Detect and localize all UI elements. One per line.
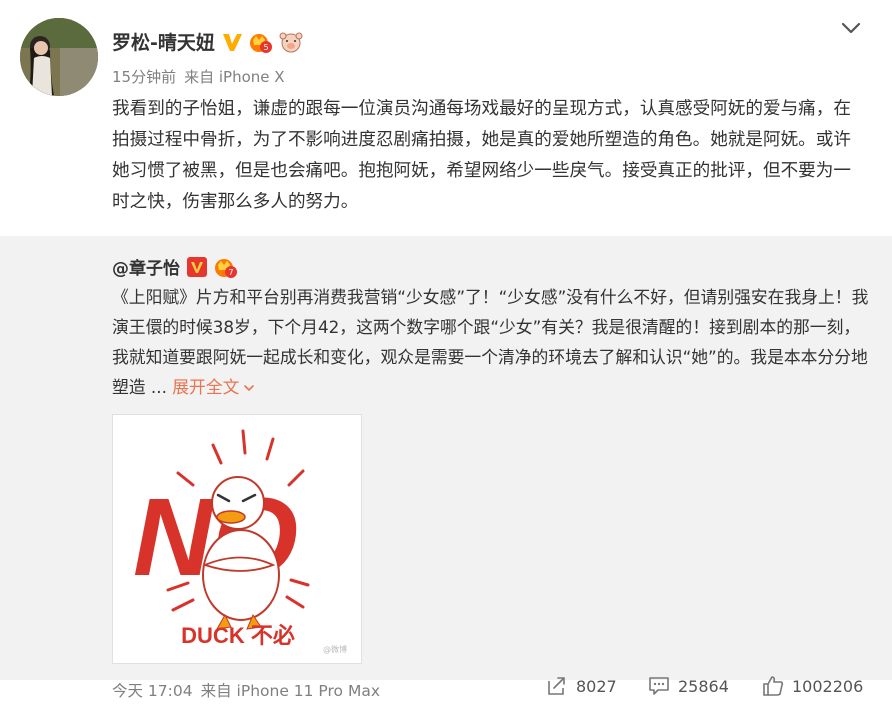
author-name[interactable]: 罗松-晴天妞	[112, 28, 215, 55]
expand-label[interactable]: 展开全文	[172, 377, 239, 397]
repost-button[interactable]: 8027	[546, 676, 617, 696]
repost-text: 《上阳赋》片方和平台别再消费我营销“少女感”了！“少女感”没有什么不好，但请别强…	[112, 282, 872, 402]
post-text: 我看到的子怡姐，谦虚的跟每一位演员沟通每场戏最好的呈现方式，认真感受阿妩的爱与痛…	[112, 99, 851, 212]
post-time[interactable]: 15分钟前	[112, 66, 176, 87]
expand-full-text-link[interactable]: 展开全文	[172, 377, 255, 397]
comment-button[interactable]: 25864	[648, 676, 729, 696]
verified-v-icon[interactable]	[186, 256, 208, 278]
like-count: 1002206	[792, 676, 864, 696]
comment-count: 25864	[678, 676, 729, 696]
repost-count: 8027	[576, 676, 617, 696]
thumbs-up-icon[interactable]	[762, 676, 784, 696]
vip-crown-icon[interactable]: 5	[249, 31, 273, 53]
avatar[interactable]	[20, 18, 98, 96]
post-author-line: 罗松-晴天妞 5	[112, 28, 303, 55]
repost-footer: 今天 17:04 来自 iPhone 11 Pro Max 8027 25864…	[0, 672, 892, 708]
vip-crown-icon[interactable]: 7	[214, 256, 238, 278]
svg-text:7: 7	[228, 268, 233, 277]
chevron-down-icon[interactable]	[840, 20, 862, 36]
share-icon[interactable]	[546, 676, 568, 696]
repost-author-name[interactable]: @章子怡	[112, 254, 180, 279]
avatar-photo	[20, 18, 98, 96]
duck-no-sticker: NO DUCK 不必	[113, 415, 361, 663]
image-watermark: @微博	[323, 645, 347, 654]
verified-v-icon[interactable]	[221, 31, 243, 53]
comment-icon[interactable]	[648, 676, 670, 696]
repost-time[interactable]: 今天 17:04	[112, 679, 193, 701]
svg-text:5: 5	[263, 43, 268, 52]
post-source: 来自 iPhone X	[184, 68, 285, 86]
repost-image[interactable]: NO DUCK 不必 @微博	[112, 414, 362, 664]
repost-source: 来自 iPhone 11 Pro Max	[200, 682, 380, 700]
like-button[interactable]: 1002206	[762, 676, 863, 696]
emoji-pig-icon[interactable]	[279, 31, 303, 53]
repost-author-line: @章子怡 7	[112, 254, 238, 279]
post-meta: 15分钟前 来自 iPhone X	[112, 66, 285, 87]
expand-chevron-icon[interactable]	[243, 382, 255, 394]
duck-caption: DUCK 不必	[181, 623, 295, 648]
repost-meta: 今天 17:04 来自 iPhone 11 Pro Max	[112, 679, 380, 701]
